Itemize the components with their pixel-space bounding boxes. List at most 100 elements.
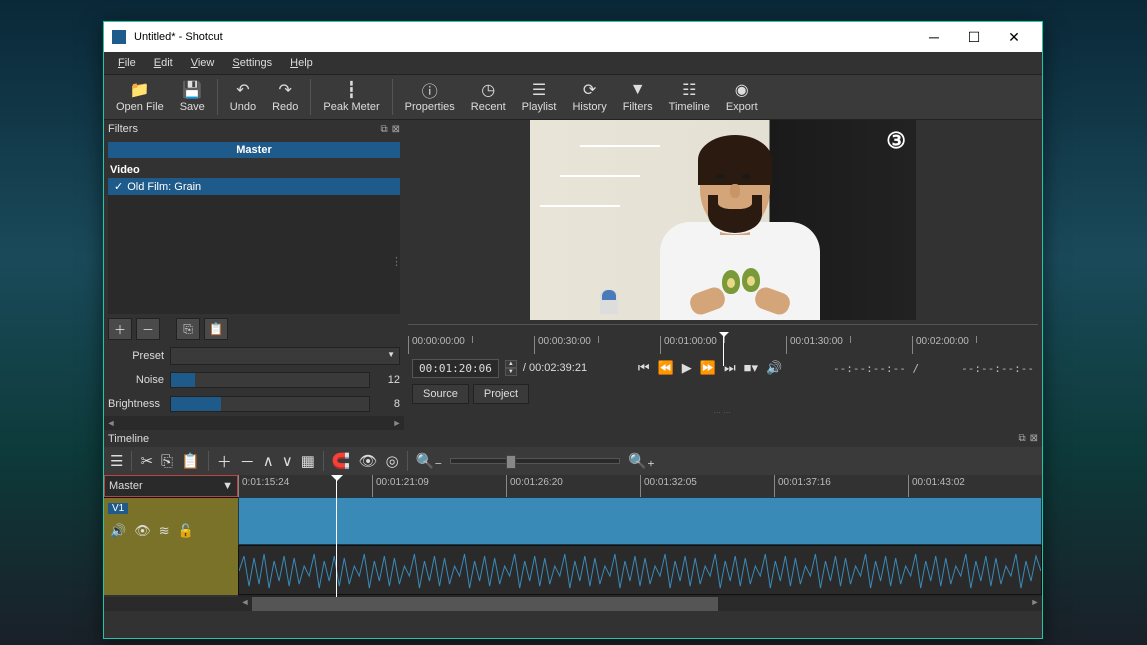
save-button[interactable]: 💾Save — [172, 79, 213, 115]
track-v1-header[interactable]: V1 — [104, 497, 238, 519]
timecode-spinner[interactable]: ▲▼ — [505, 360, 517, 376]
tab-project[interactable]: Project — [473, 384, 529, 404]
zoom-out-button[interactable]: 🔍₋ — [416, 452, 443, 470]
timeline-playhead[interactable] — [336, 475, 337, 597]
timeline-hscroll[interactable]: ◄ ► — [104, 597, 1042, 611]
composite-button[interactable]: ≋ — [159, 523, 170, 539]
current-timecode[interactable]: 00:01:20:06 — [412, 359, 499, 378]
total-timecode: / 00:02:39:21 — [523, 362, 587, 374]
timeline-title: Timeline — [108, 433, 149, 445]
skip-start-button[interactable]: ⏮ — [638, 360, 650, 376]
mute-button[interactable]: 🔊 — [110, 523, 126, 539]
cut-button[interactable]: ✂ — [140, 452, 153, 470]
funnel-icon[interactable]: ▼ — [222, 480, 233, 492]
mini-playhead[interactable] — [723, 332, 724, 366]
mt-tick: 00:02:00:00 — [912, 336, 1038, 354]
maximize-button[interactable]: ☐ — [954, 23, 994, 51]
peak-meter-button[interactable]: ┇Peak Meter — [315, 79, 387, 115]
timeline-close-icon[interactable]: ⊠ — [1030, 433, 1038, 444]
lift-up-button[interactable]: ∧ — [263, 452, 274, 470]
export-button[interactable]: ◉Export — [718, 79, 766, 115]
menu-file[interactable]: File — [110, 55, 144, 71]
preset-dropdown[interactable] — [170, 347, 400, 365]
menu-edit[interactable]: Edit — [146, 55, 181, 71]
popout-icon[interactable]: ⧉ — [380, 124, 387, 135]
timeline-popout-icon[interactable]: ⧉ — [1018, 433, 1025, 444]
stop-button[interactable]: ■▾ — [744, 360, 758, 376]
menubar: File Edit View Settings Help — [104, 52, 1042, 74]
brightness-value: 8 — [376, 398, 400, 410]
playlist-button[interactable]: ☰Playlist — [514, 79, 565, 115]
append-button[interactable]: ＋ — [217, 451, 232, 472]
copy-button[interactable]: ⎘ — [161, 453, 173, 470]
preset-label: Preset — [108, 350, 164, 362]
snap-button[interactable]: 🧲 — [332, 452, 351, 470]
menu-view[interactable]: View — [183, 55, 223, 71]
meter-icon: ┇ — [347, 81, 357, 99]
zoom-in-button[interactable]: 🔍₊ — [628, 452, 655, 470]
redo-button[interactable]: ↷Redo — [264, 79, 306, 115]
master-header[interactable]: Master — [108, 142, 400, 158]
add-filter-button[interactable]: ＋ — [108, 318, 132, 340]
filter-list[interactable] — [108, 195, 400, 314]
list-icon: ☰ — [532, 81, 546, 99]
timeline-master-track[interactable]: Master ▼ — [104, 475, 238, 497]
check-icon: ✓ — [114, 180, 123, 193]
overwrite-button[interactable]: ▦ — [301, 452, 315, 470]
minimize-button[interactable]: ─ — [914, 23, 954, 51]
ripple-button[interactable]: ◎ — [386, 452, 399, 470]
menu-button[interactable]: ☰ — [110, 452, 123, 470]
menu-help[interactable]: Help — [282, 55, 321, 71]
undo-button[interactable]: ↶Undo — [222, 79, 264, 115]
history-button[interactable]: ⟳History — [564, 79, 614, 115]
save-icon: 💾 — [182, 81, 202, 99]
lock-button[interactable]: 🔓 — [178, 523, 194, 539]
audio-clip[interactable] — [238, 545, 1042, 595]
zoom-slider[interactable] — [450, 458, 620, 464]
history-icon: ⟳ — [583, 81, 596, 99]
video-clip[interactable] — [238, 497, 1042, 545]
scrub-button[interactable]: 👁 — [359, 452, 378, 470]
brightness-slider[interactable] — [170, 396, 370, 412]
timeline-button[interactable]: ☷Timeline — [661, 79, 718, 115]
play-button[interactable]: ▶ — [682, 360, 692, 376]
rewind-button[interactable]: ⏪ — [658, 360, 674, 376]
filter-item-old-film-grain[interactable]: ✓ Old Film: Grain — [108, 178, 400, 195]
filter-hscroll[interactable]: ◄► — [104, 416, 404, 430]
app-icon — [112, 30, 126, 44]
noise-label: Noise — [108, 374, 164, 386]
noise-slider[interactable] — [170, 372, 370, 388]
preview-viewport[interactable]: ③ — [530, 120, 916, 320]
redo-icon: ↷ — [279, 81, 292, 99]
paste-button[interactable]: 📋 — [181, 452, 200, 470]
tab-source[interactable]: Source — [412, 384, 469, 404]
mini-timeline[interactable]: 00:00:00:00 00:00:30:00 00:01:00:00 00:0… — [408, 324, 1038, 354]
main-toolbar: 📁Open File 💾Save ↶Undo ↷Redo ┇Peak Meter… — [104, 74, 1042, 120]
video-section-header: Video — [104, 162, 404, 178]
resize-handle[interactable]: …… — [408, 406, 1038, 415]
close-button[interactable]: ✕ — [994, 23, 1034, 51]
remove-filter-button[interactable]: － — [136, 318, 160, 340]
fast-forward-button[interactable]: ⏩ — [700, 360, 716, 376]
properties-button[interactable]: ⓘProperties — [397, 79, 463, 115]
skip-end-button[interactable]: ⏭ — [724, 360, 736, 376]
mt-tick: 00:00:00:00 — [408, 336, 534, 354]
recent-button[interactable]: ◷Recent — [463, 79, 514, 115]
export-icon: ◉ — [735, 81, 749, 99]
titlebar[interactable]: Untitled* - Shotcut ─ ☐ ✕ — [104, 22, 1042, 52]
timeline-icon: ☷ — [682, 81, 696, 99]
lift-down-button[interactable]: ∨ — [282, 452, 293, 470]
paste-filter-button[interactable]: 📋 — [204, 318, 228, 340]
hide-button[interactable]: 👁 — [134, 523, 151, 539]
timeline-ruler[interactable]: 0:01:15:24 00:01:21:09 00:01:26:20 00:01… — [238, 475, 1042, 497]
menu-settings[interactable]: Settings — [224, 55, 280, 71]
funnel-icon: ▼ — [630, 81, 646, 99]
close-panel-icon[interactable]: ⊠ — [392, 124, 400, 135]
folder-icon: 📁 — [130, 81, 150, 99]
open-file-button[interactable]: 📁Open File — [108, 79, 172, 115]
remove-button[interactable]: － — [240, 451, 255, 472]
copy-filter-button[interactable]: ⎘ — [176, 318, 200, 340]
filters-button[interactable]: ▼Filters — [615, 79, 661, 115]
clock-icon: ◷ — [481, 81, 495, 99]
volume-button[interactable]: 🔊 — [766, 360, 782, 376]
